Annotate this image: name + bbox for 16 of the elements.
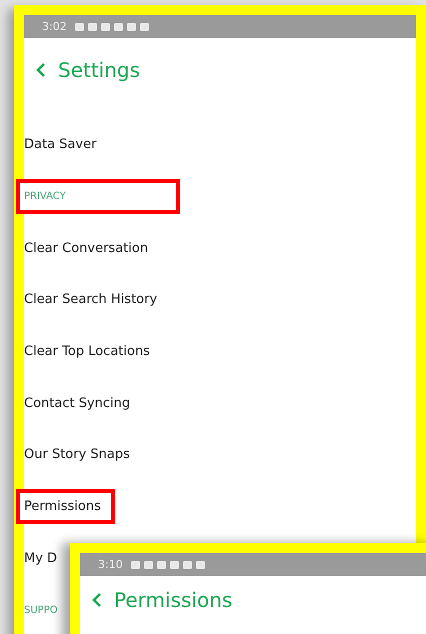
- section-header: PRIVACY: [16, 179, 180, 214]
- settings-item[interactable]: Our Story Snaps: [24, 447, 130, 462]
- back-chevron-icon[interactable]: [92, 592, 102, 608]
- back-chevron-icon[interactable]: [36, 62, 46, 78]
- status-time: 3:02: [42, 20, 67, 33]
- settings-item[interactable]: Clear Search History: [24, 292, 158, 308]
- settings-item[interactable]: My D: [24, 550, 58, 566]
- section-header: SUPPO: [24, 604, 58, 616]
- screen-title: Settings: [58, 58, 140, 82]
- status-time: 3:10: [98, 558, 123, 571]
- settings-item[interactable]: Clear Conversation: [24, 240, 148, 256]
- screen-title: Permissions: [114, 588, 232, 612]
- settings-item[interactable]: Permissions: [16, 489, 115, 524]
- settings-item[interactable]: Clear Top Locations: [24, 344, 150, 360]
- settings-item[interactable]: Data Saver: [24, 137, 96, 152]
- settings-item[interactable]: Contact Syncing: [24, 396, 130, 411]
